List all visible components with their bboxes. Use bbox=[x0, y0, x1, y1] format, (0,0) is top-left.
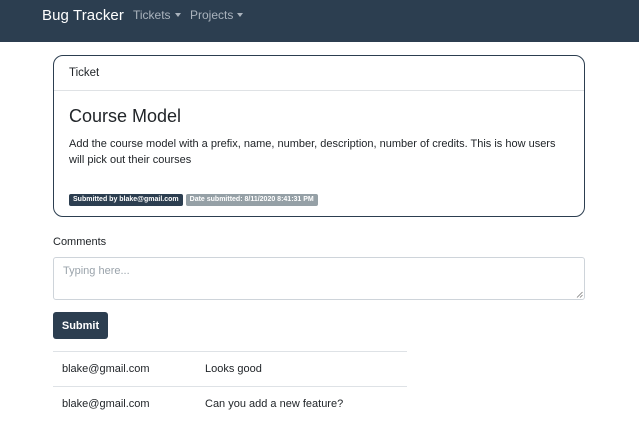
brand-logo[interactable]: Bug Tracker bbox=[42, 7, 124, 24]
tickets-dropdown-label: Tickets bbox=[133, 8, 171, 22]
ticket-card-header: Ticket bbox=[54, 56, 584, 91]
navbar: Bug Tracker Tickets Projects bbox=[0, 0, 639, 42]
submitted-by-badge: Submitted by blake@gmail.com bbox=[69, 194, 183, 206]
date-submitted-badge: Date submitted: 8/11/2020 8:41:31 PM bbox=[185, 194, 318, 206]
comments-table: blake@gmail.com Looks good blake@gmail.c… bbox=[53, 351, 407, 422]
comment-input[interactable] bbox=[53, 257, 585, 300]
comment-text: Can you add a new feature? bbox=[196, 386, 407, 422]
ticket-title: Course Model bbox=[69, 106, 182, 126]
ticket-card: Ticket Course Model Add the course model… bbox=[53, 55, 585, 217]
comments-label: Comments bbox=[53, 236, 107, 248]
caret-down-icon bbox=[237, 13, 244, 17]
ticket-badges: Submitted by blake@gmail.com Date submit… bbox=[69, 194, 318, 206]
comment-row: blake@gmail.com Looks good bbox=[53, 351, 407, 387]
projects-dropdown[interactable]: Projects bbox=[190, 8, 244, 22]
comment-author: blake@gmail.com bbox=[53, 351, 196, 387]
comment-row: blake@gmail.com Can you add a new featur… bbox=[53, 386, 407, 422]
submit-button[interactable]: Submit bbox=[53, 312, 108, 339]
comment-author: blake@gmail.com bbox=[53, 386, 196, 422]
tickets-dropdown[interactable]: Tickets bbox=[133, 8, 181, 22]
resize-handle-icon[interactable] bbox=[576, 291, 583, 298]
projects-dropdown-label: Projects bbox=[190, 8, 234, 22]
ticket-description: Add the course model with a prefix, name… bbox=[69, 138, 556, 166]
comment-text: Looks good bbox=[196, 351, 407, 387]
caret-down-icon bbox=[174, 13, 181, 17]
